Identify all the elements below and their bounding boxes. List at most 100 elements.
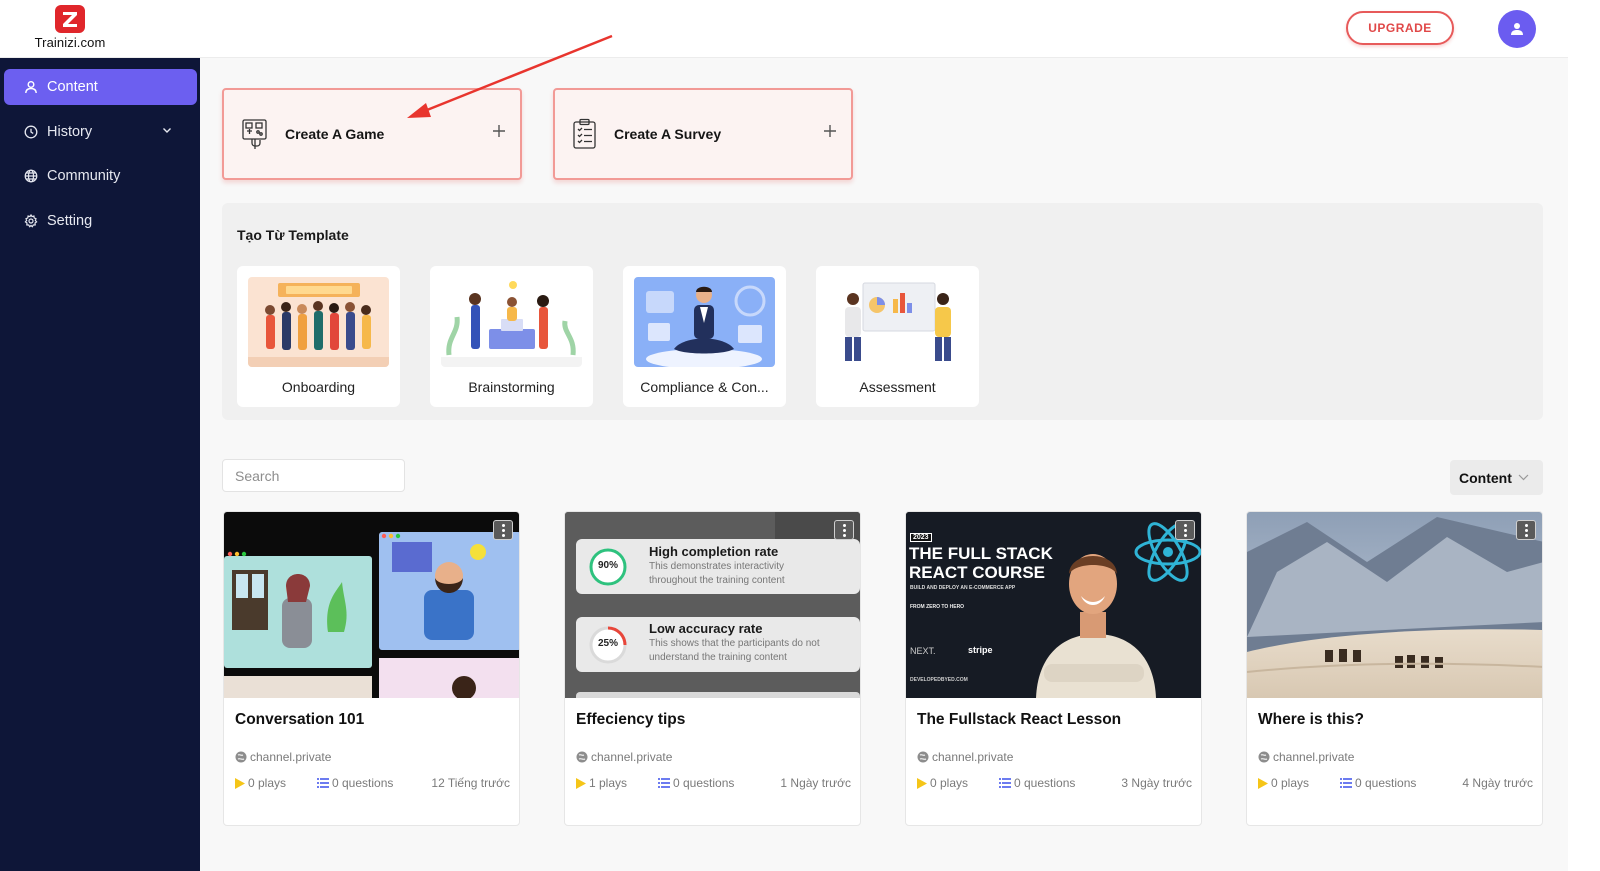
create-game-label: Create A Game (285, 126, 385, 142)
plays-count: 1 plays (576, 776, 627, 790)
template-section-title: Tạo Từ Template (237, 227, 349, 243)
thumb-year: 2023 (910, 533, 932, 542)
card-stats: 0 plays 0 questions 3 Ngày trước (917, 776, 1192, 790)
card-thumbnail: 90% High completion rate This demonstrat… (565, 512, 860, 698)
template-label: Assessment (859, 379, 936, 395)
plays-count: 0 plays (235, 776, 286, 790)
completion-percent: 90% (597, 560, 618, 571)
card-title: Where is this? (1258, 711, 1364, 728)
thumb-row2-title: Low accuracy rate (649, 621, 763, 636)
sidebar-item-label: History (47, 124, 93, 140)
plays-count: 0 plays (1258, 776, 1309, 790)
template-label: Brainstorming (468, 379, 555, 395)
create-survey-card[interactable]: Create A Survey (553, 88, 853, 180)
chevron-down-icon[interactable] (162, 127, 172, 134)
clipboard-icon (573, 118, 596, 149)
card-channel: channel.private (576, 750, 672, 764)
card-channel: channel.private (235, 750, 331, 764)
card-stats: 0 plays 0 questions 12 Tiếng trước (235, 776, 510, 790)
create-survey-label: Create A Survey (614, 126, 722, 142)
list-icon (1340, 778, 1352, 788)
content-card-where-is-this[interactable]: Where is this? channel.private 0 plays 0… (1246, 511, 1543, 826)
card-title: Conversation 101 (235, 711, 365, 728)
sidebar-item-content[interactable]: Content (4, 69, 197, 105)
chevron-down-icon (1518, 474, 1529, 481)
card-menu-button[interactable] (1175, 520, 1195, 540)
upgrade-button[interactable]: UPGRADE (1346, 11, 1454, 45)
filter-label: Content (1459, 469, 1512, 486)
thumb-row1-desc2: throughout the training content (649, 575, 785, 586)
list-icon (317, 778, 329, 788)
thumb-tag: FROM ZERO TO HERO (910, 604, 965, 610)
card-title: Effeciency tips (576, 711, 686, 728)
play-icon (576, 777, 586, 789)
compliance-illustration (634, 277, 775, 367)
card-time: 12 Tiếng trước (431, 776, 510, 790)
play-icon (917, 777, 927, 789)
sidebar-item-history[interactable]: History (4, 114, 197, 150)
card-menu-button[interactable] (493, 520, 513, 540)
card-channel: channel.private (1258, 750, 1354, 764)
content-card-fullstack-react[interactable]: 2023 THE FULL STACK REACT COURSE BUILD A… (905, 511, 1202, 826)
play-icon (1258, 777, 1268, 789)
user-icon (1511, 23, 1523, 35)
template-label: Compliance & Con... (640, 379, 769, 395)
plus-icon (824, 125, 836, 137)
globe-icon (24, 169, 38, 183)
user-avatar[interactable] (1498, 10, 1536, 48)
thumb-next: NEXT. (910, 646, 936, 656)
questions-count: 0 questions (658, 776, 734, 790)
content-card-conversation-101[interactable]: Conversation 101 channel.private 0 plays… (223, 511, 520, 826)
logo[interactable]: Trainizi.com (28, 4, 112, 54)
thumb-line1: THE FULL STACK (909, 544, 1053, 563)
plays-count: 0 plays (917, 776, 968, 790)
questions-count: 0 questions (999, 776, 1075, 790)
top-header: Trainizi.com UPGRADE (0, 0, 1568, 58)
sidebar-item-label: Setting (47, 213, 93, 229)
card-time: 3 Ngày trước (1121, 776, 1192, 790)
gear-icon (24, 214, 38, 228)
clock-icon (24, 125, 38, 139)
card-thumbnail (224, 512, 519, 698)
game-controller-icon (242, 119, 267, 149)
content-filter-dropdown[interactable]: Content (1450, 460, 1543, 495)
template-card-onboarding[interactable]: Onboarding (237, 266, 400, 407)
thumb-line2: REACT COURSE (909, 563, 1046, 582)
card-stats: 1 plays 0 questions 1 Ngày trước (576, 776, 851, 790)
create-game-card[interactable]: Create A Game (222, 88, 522, 180)
logo-text: Trainizi.com (34, 35, 106, 50)
thumb-row2-desc1: This shows that the participants do not (649, 638, 820, 649)
questions-count: 0 questions (1340, 776, 1416, 790)
card-time: 1 Ngày trước (780, 776, 851, 790)
sidebar-item-label: Content (47, 79, 98, 95)
card-time: 4 Ngày trước (1462, 776, 1533, 790)
sidebar-item-community[interactable]: Community (4, 158, 197, 194)
template-card-assessment[interactable]: Assessment (816, 266, 979, 407)
thumb-row1-title: High completion rate (649, 544, 779, 559)
brainstorming-illustration (441, 277, 582, 367)
list-icon (999, 778, 1011, 788)
globe-icon (235, 751, 247, 763)
template-panel: Tạo Từ Template Onboarding Brainstorming… (222, 203, 1543, 420)
content-card-effeciency-tips[interactable]: 90% High completion rate This demonstrat… (564, 511, 861, 826)
card-stats: 0 plays 0 questions 4 Ngày trước (1258, 776, 1533, 790)
accuracy-percent: 25% (597, 638, 618, 649)
list-icon (658, 778, 670, 788)
card-channel: channel.private (917, 750, 1013, 764)
card-menu-button[interactable] (1516, 520, 1536, 540)
card-menu-button[interactable] (834, 520, 854, 540)
thumb-site: DEVELOPEDBYED.COM (910, 677, 968, 683)
card-thumbnail: 2023 THE FULL STACK REACT COURSE BUILD A… (906, 512, 1201, 698)
globe-icon (576, 751, 588, 763)
z-logo-icon (55, 5, 85, 33)
assessment-illustration (827, 277, 968, 367)
play-icon (235, 777, 245, 789)
template-card-brainstorming[interactable]: Brainstorming (430, 266, 593, 407)
onboarding-illustration (248, 277, 389, 367)
sidebar-item-setting[interactable]: Setting (4, 203, 197, 239)
card-title: The Fullstack React Lesson (917, 711, 1122, 728)
thumb-row1-desc1: This demonstrates interactivity (649, 561, 785, 572)
sidebar-item-label: Community (47, 168, 121, 184)
search-input[interactable] (222, 459, 405, 492)
template-card-compliance[interactable]: Compliance & Con... (623, 266, 786, 407)
